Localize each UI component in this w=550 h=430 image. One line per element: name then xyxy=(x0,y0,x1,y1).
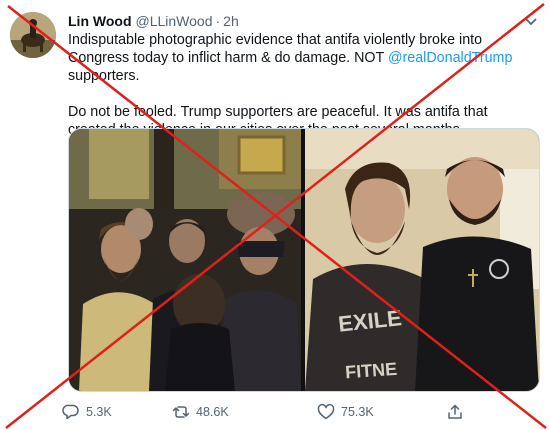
avatar[interactable] xyxy=(10,12,56,58)
shirt-text-fitness: FITNE xyxy=(344,359,397,383)
photo-two-men[interactable]: EXILE FITNE xyxy=(305,129,539,391)
author-handle[interactable]: @LLinWood xyxy=(136,13,213,29)
like-count: 75.3K xyxy=(341,405,374,419)
retweet-count: 48.6K xyxy=(196,405,229,419)
action-bar: 5.3K 48.6K 75.3K xyxy=(62,400,492,424)
tweet-paragraph-1: Indisputable photographic evidence that … xyxy=(68,31,538,85)
share-icon xyxy=(448,404,462,419)
tweet-header: Lin Wood @LLinWood · 2h xyxy=(68,12,239,30)
chevron-down-icon[interactable] xyxy=(522,12,540,30)
retweet-button[interactable]: 48.6K xyxy=(172,400,229,424)
reply-icon xyxy=(62,404,79,420)
author-name[interactable]: Lin Wood xyxy=(68,13,132,29)
like-icon xyxy=(317,403,335,420)
tweet-text-part: supporters. xyxy=(68,68,140,84)
separator: · xyxy=(215,13,221,29)
tweet-media[interactable]: EXILE FITNE xyxy=(68,128,540,392)
mention-link[interactable]: @realDonaldTrump xyxy=(388,50,512,66)
tweet: Lin Wood @LLinWood · 2h Indisputable photog… xyxy=(0,0,550,430)
reply-count: 5.3K xyxy=(86,405,112,419)
tweet-text: Indisputable photographic evidence that … xyxy=(68,31,538,139)
like-button[interactable]: 75.3K xyxy=(317,400,374,424)
retweet-icon xyxy=(172,406,190,418)
share-button[interactable] xyxy=(446,400,470,424)
reply-button[interactable]: 5.3K xyxy=(62,400,112,424)
timestamp[interactable]: 2h xyxy=(223,13,239,29)
photo-capitol-crowd[interactable] xyxy=(69,129,301,391)
